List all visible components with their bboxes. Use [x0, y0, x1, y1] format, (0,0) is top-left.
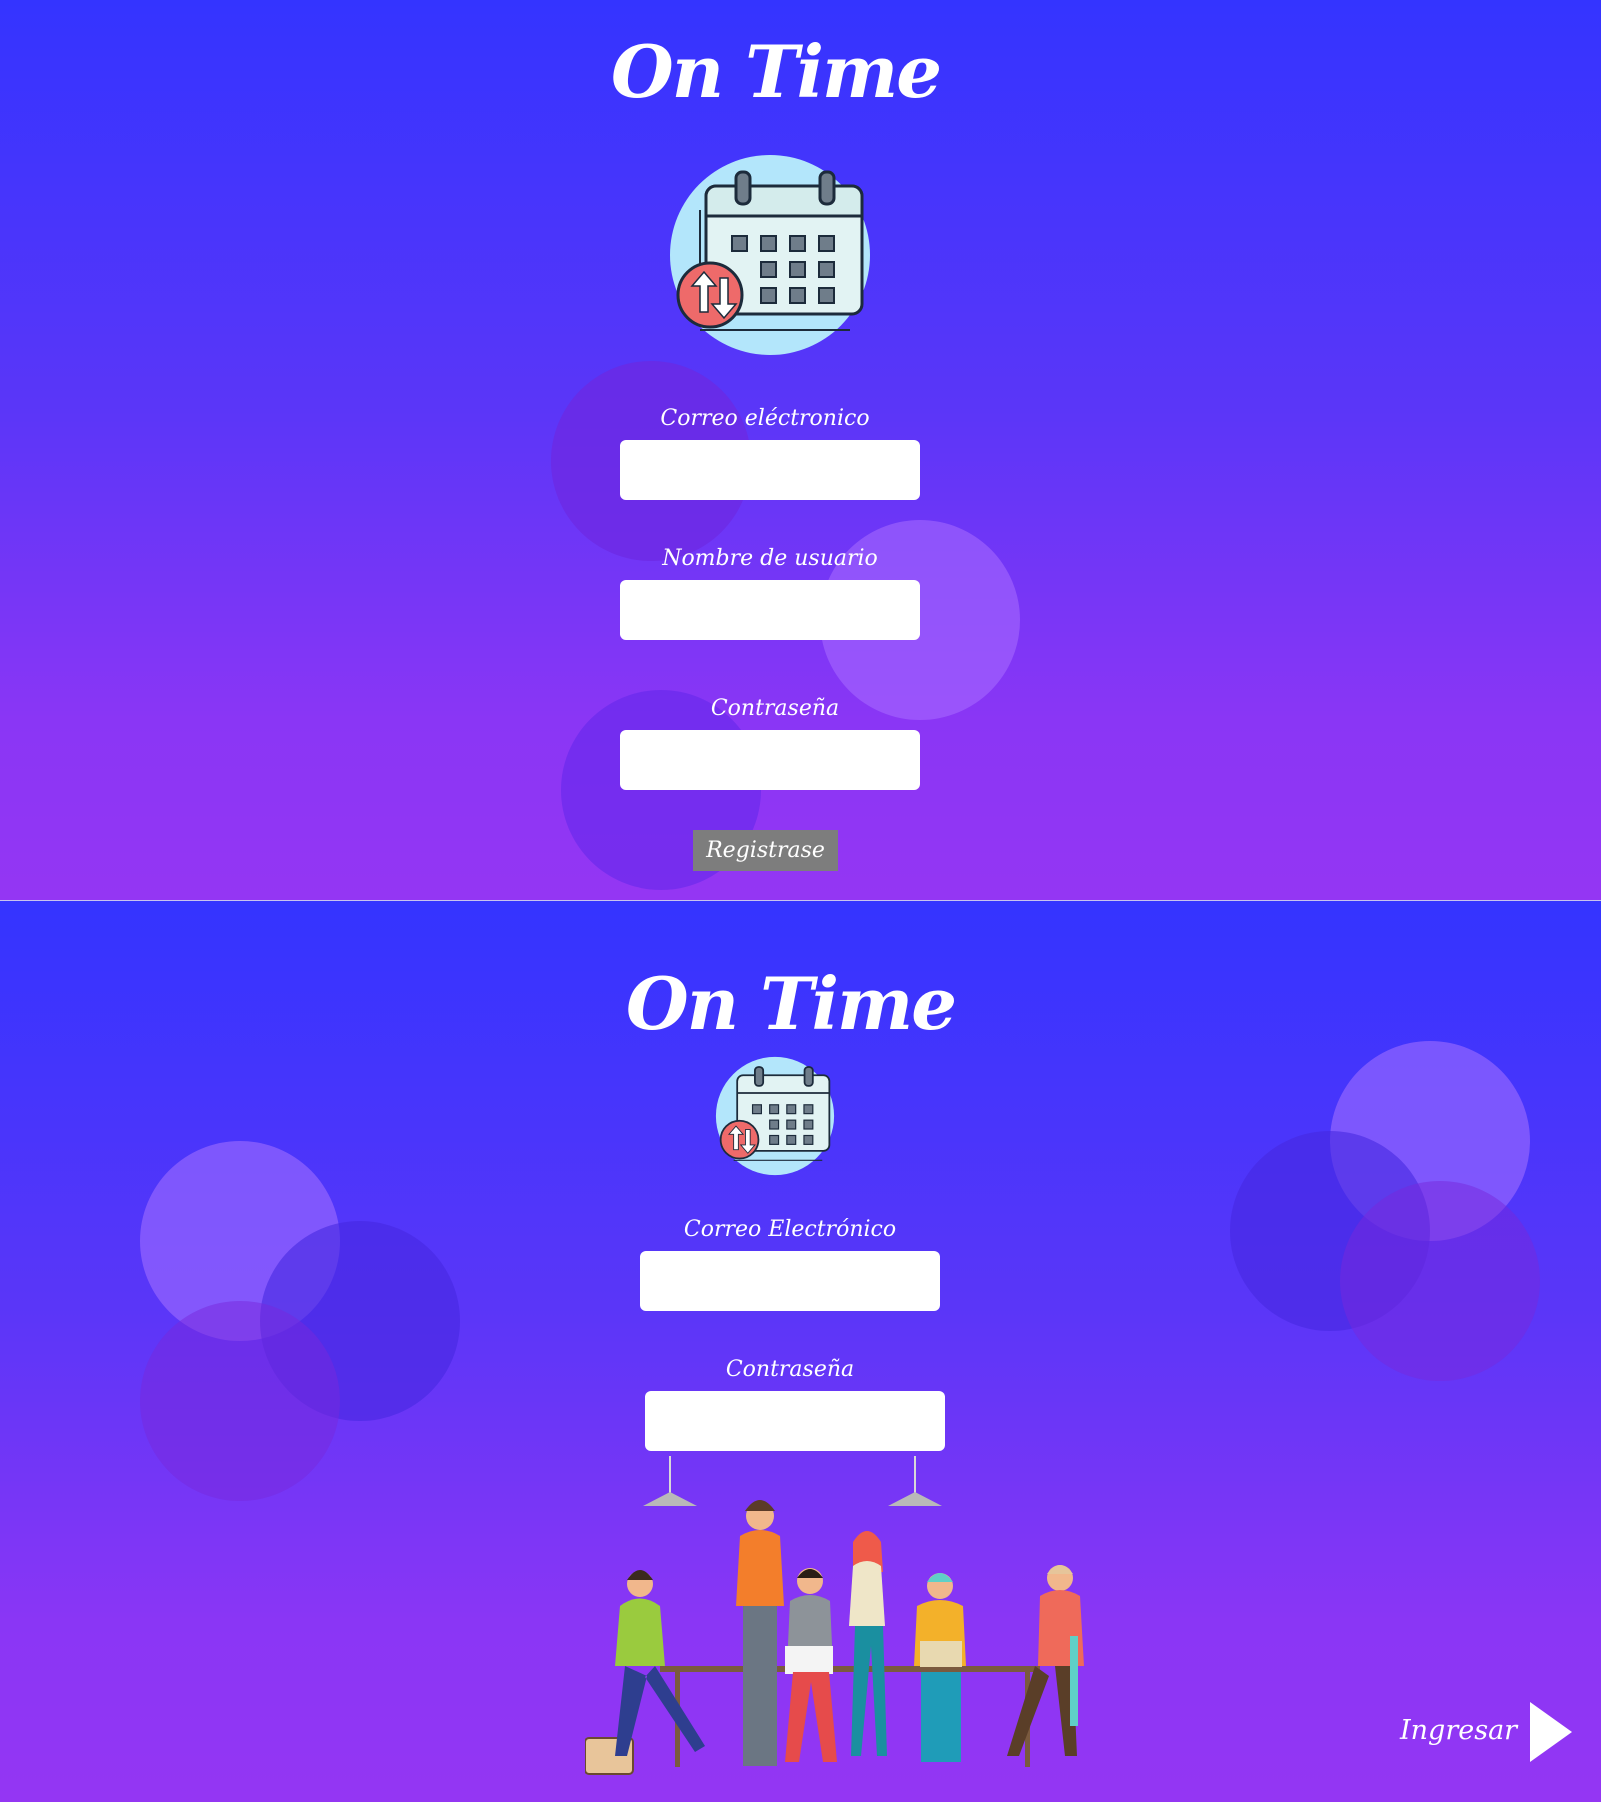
app-title: On Time — [610, 29, 942, 114]
register-screen: On Time Correo eléctronico Nombre de usu… — [0, 0, 1601, 900]
register-button[interactable]: Registrase — [693, 830, 838, 871]
email-field[interactable] — [620, 440, 920, 500]
password-field[interactable] — [620, 730, 920, 790]
username-label: Nombre de usuario — [662, 546, 878, 571]
login-link[interactable]: Ingresar — [1400, 1715, 1517, 1746]
email-field[interactable] — [640, 1251, 940, 1311]
password-label: Contraseña — [725, 1357, 855, 1382]
username-field[interactable] — [620, 580, 920, 640]
calendar-sync-icon — [715, 1056, 835, 1176]
password-field[interactable] — [645, 1391, 945, 1451]
play-arrow-icon[interactable] — [1530, 1702, 1572, 1762]
team-illustration — [585, 1456, 1084, 1775]
app-title: On Time — [625, 961, 957, 1046]
calendar-sync-icon — [670, 155, 870, 355]
bg-circle — [1340, 1181, 1540, 1381]
email-label: Correo eléctronico — [660, 406, 870, 431]
password-label: Contraseña — [710, 696, 840, 721]
email-label: Correo Electrónico — [683, 1217, 897, 1242]
bg-circle — [140, 1301, 340, 1501]
login-screen: On Time Correo Electrónico Contraseña In… — [0, 901, 1601, 1802]
